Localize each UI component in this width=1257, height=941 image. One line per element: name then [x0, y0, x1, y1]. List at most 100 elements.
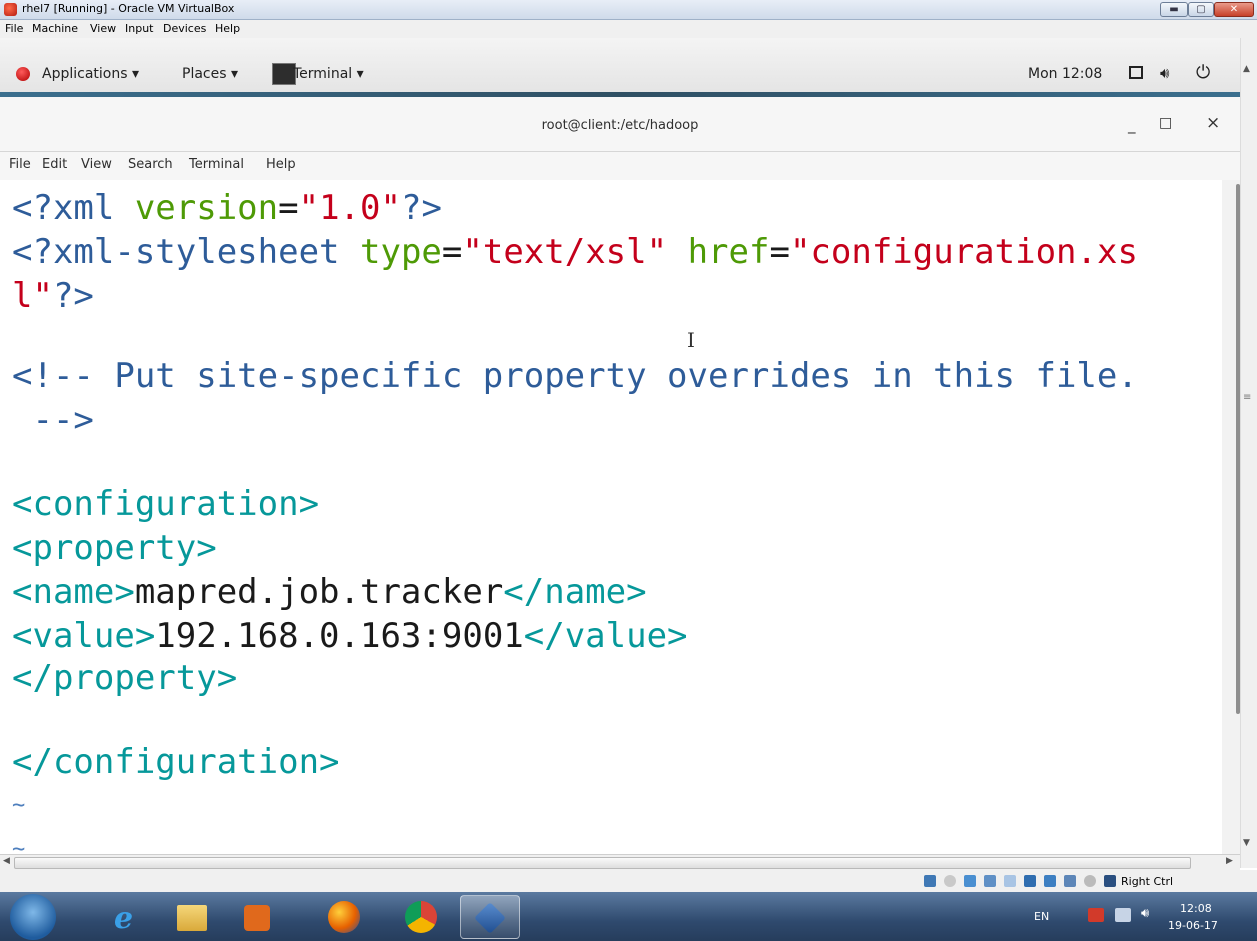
xml-tag: <configuration>: [12, 484, 320, 524]
video-capture-icon[interactable]: [1044, 875, 1056, 887]
code-line: <name>mapred.job.tracker</name>: [12, 570, 647, 614]
terminal-menu-help[interactable]: Help: [266, 157, 296, 172]
taskbar-explorer-button[interactable]: [162, 895, 222, 939]
vbox-menu-view[interactable]: View: [90, 22, 116, 35]
shared-folder-icon[interactable]: [1004, 875, 1016, 887]
volume-icon[interactable]: 🔊︎: [1160, 64, 1169, 82]
taskbar-chrome-button[interactable]: [392, 895, 452, 939]
network-tray-icon[interactable]: [1115, 908, 1131, 922]
media-player-icon: [244, 905, 270, 931]
minimize-button[interactable]: ▬: [1160, 2, 1188, 17]
xml-equals: =: [441, 232, 463, 272]
scroll-grip-icon: ≡: [1243, 392, 1252, 403]
vbox-window-titlebar: rhel7 [Running] - Oracle VM VirtualBox ▬…: [0, 0, 1257, 20]
xml-string: l": [12, 276, 53, 316]
cpu-icon[interactable]: [1064, 875, 1076, 887]
display-status-icon[interactable]: [1024, 875, 1036, 887]
xml-attr: href: [687, 232, 770, 272]
display-icon[interactable]: [1129, 66, 1143, 79]
xml-string: "text/xsl": [462, 232, 668, 272]
code-line: <?xml version="1.0"?>: [12, 186, 442, 230]
xml-attr: type: [360, 232, 442, 272]
taskbar-time[interactable]: 12:08: [1180, 902, 1212, 915]
minimize-icon: ▬: [1169, 4, 1179, 15]
terminal-text-area[interactable]: <?xml version="1.0"?> <?xml-stylesheet t…: [0, 180, 1222, 854]
keyboard-capture-icon[interactable]: [1104, 875, 1116, 887]
xml-tag: <value>: [12, 616, 156, 656]
xml-equals: =: [769, 232, 790, 272]
scroll-right-arrow-icon[interactable]: ▶: [1226, 856, 1233, 866]
action-center-icon[interactable]: [1088, 908, 1104, 922]
vbox-menu-input[interactable]: Input: [125, 22, 153, 35]
folder-icon: [177, 905, 207, 931]
xml-tag: </property>: [12, 658, 238, 698]
power-icon[interactable]: ⏻: [1196, 62, 1210, 83]
virtualbox-app-icon: [4, 3, 17, 16]
code-line: <?xml-stylesheet type="text/xsl" href="c…: [12, 230, 1138, 274]
xml-tag: </name>: [503, 572, 647, 612]
code-line: <value>192.168.0.163:9001</value>: [12, 614, 688, 658]
terminal-close-button[interactable]: ×: [1206, 113, 1220, 133]
terminal-minimize-button[interactable]: _: [1128, 116, 1136, 134]
xml-string: "1.0": [298, 188, 401, 228]
vbox-menu-file[interactable]: File: [5, 22, 23, 35]
scroll-down-arrow-icon[interactable]: ▼: [1243, 838, 1250, 848]
xml-text: mapred.job.tracker: [134, 572, 504, 612]
vbox-menu-devices[interactable]: Devices: [163, 22, 206, 35]
vbox-menu-machine[interactable]: Machine: [32, 22, 78, 35]
xml-decl-open: <?xml-stylesheet: [12, 232, 360, 272]
taskbar-virtualbox-button[interactable]: [460, 895, 520, 939]
mouse-integration-icon[interactable]: [1084, 875, 1096, 887]
terminal-menu-search[interactable]: Search: [128, 157, 173, 172]
applications-menu[interactable]: Applications ▾: [42, 66, 139, 82]
terminal-maximize-button[interactable]: □: [1159, 115, 1172, 131]
xml-string: "configuration.xs: [789, 232, 1138, 272]
horizontal-scrollbar-thumb[interactable]: [14, 857, 1191, 869]
xml-comment: <!-- Put site-specific property override…: [12, 356, 1138, 396]
xml-tag: </value>: [523, 616, 688, 656]
text-cursor-icon: I: [687, 328, 695, 352]
vbox-menu-help[interactable]: Help: [215, 22, 240, 35]
hdd-icon[interactable]: [924, 875, 936, 887]
redhat-icon: [16, 67, 30, 81]
terminal-menu-edit[interactable]: Edit: [42, 157, 67, 172]
taskbar-media-button[interactable]: [228, 895, 288, 939]
vim-empty-line: ~: [12, 837, 26, 854]
close-icon: ✕: [1229, 4, 1239, 15]
host-key-label: Right Ctrl: [1121, 875, 1174, 888]
scroll-up-arrow-icon[interactable]: ▲: [1243, 64, 1250, 74]
xml-text: 192.168.0.163:9001: [155, 616, 524, 656]
xml-tag: <name>: [12, 572, 135, 612]
chrome-icon: [405, 901, 437, 933]
scroll-left-arrow-icon[interactable]: ◀: [3, 856, 10, 866]
vm-vertical-scrollbar[interactable]: [1240, 38, 1257, 868]
virtualbox-icon: [474, 902, 506, 934]
terminal-menu-terminal[interactable]: Terminal: [189, 157, 244, 172]
terminal-menu-file[interactable]: File: [9, 157, 31, 172]
language-indicator[interactable]: EN: [1034, 910, 1049, 923]
xml-tag: </configuration>: [12, 742, 340, 782]
vbox-window-title: rhel7 [Running] - Oracle VM VirtualBox: [22, 2, 235, 15]
usb-icon[interactable]: [984, 875, 996, 887]
xml-space: [667, 232, 687, 272]
taskbar-firefox-button[interactable]: [315, 895, 375, 939]
terminal-menu-view[interactable]: View: [81, 157, 112, 172]
volume-tray-icon[interactable]: 🔊︎: [1141, 906, 1149, 921]
close-button[interactable]: ✕: [1214, 2, 1254, 17]
maximize-button[interactable]: ▢: [1188, 2, 1214, 17]
terminal-scrollbar-thumb[interactable]: [1236, 184, 1240, 714]
xml-decl-close: ?>: [52, 276, 94, 316]
taskbar-date[interactable]: 19-06-17: [1168, 919, 1218, 932]
optical-drive-icon[interactable]: [944, 875, 956, 887]
xml-decl-open: <?xml: [12, 188, 135, 228]
xml-tag: <property>: [12, 528, 217, 568]
xml-equals: =: [278, 188, 299, 228]
taskbar-ie-button[interactable]: e: [95, 895, 155, 939]
network-icon[interactable]: [964, 875, 976, 887]
terminal-app-menu[interactable]: Terminal ▾: [293, 66, 364, 82]
firefox-icon: [328, 901, 360, 933]
panel-clock[interactable]: Mon 12:08: [1028, 66, 1102, 82]
places-menu[interactable]: Places ▾: [182, 66, 238, 82]
start-button[interactable]: [10, 894, 56, 940]
maximize-icon: ▢: [1196, 4, 1206, 15]
